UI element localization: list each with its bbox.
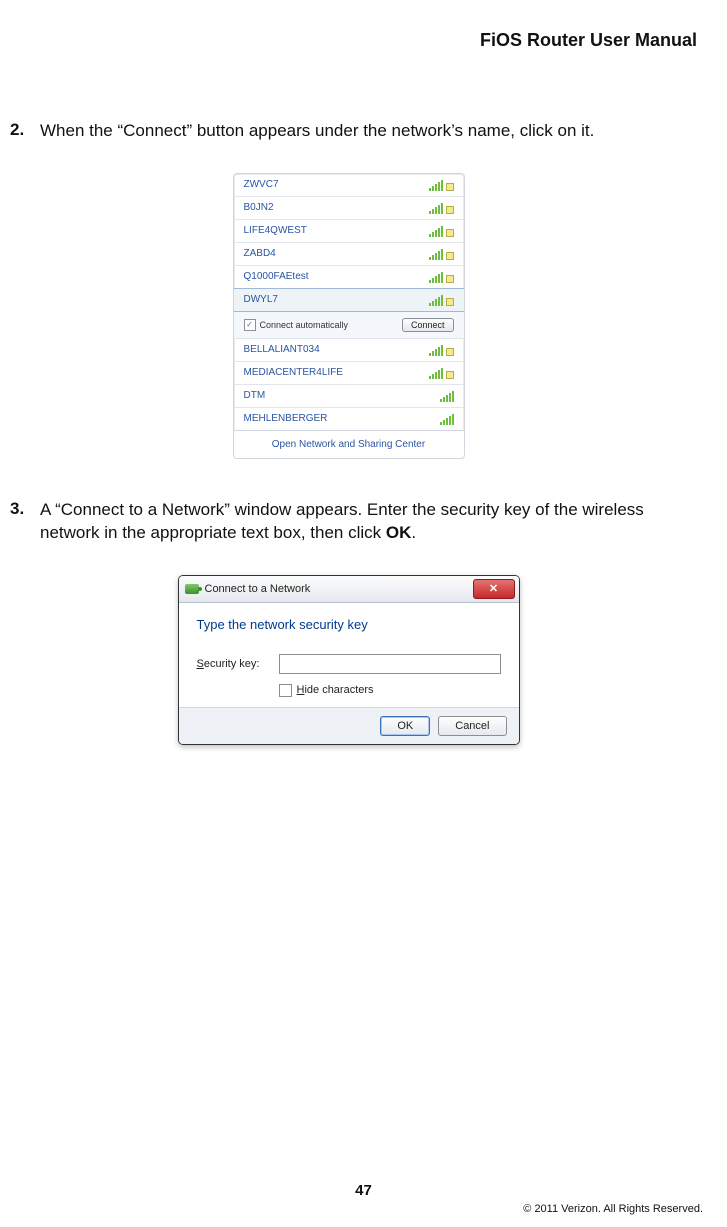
connect-button[interactable]: Connect [402,318,454,332]
signal-icon [429,294,454,306]
connect-row: ✓ Connect automatically Connect [234,312,464,338]
network-icon [185,584,199,594]
lock-icon [446,252,454,260]
network-name: LIFE4QWEST [244,225,307,236]
dialog-title-group: Connect to a Network [185,583,311,595]
connect-dialog: Connect to a Network ✕ Type the network … [178,575,520,745]
connect-auto-checkbox[interactable]: ✓ Connect automatically [244,319,349,331]
network-item[interactable]: ZWVC7 [234,174,464,196]
checkbox-label: Hide characters [297,684,374,696]
security-key-input[interactable] [279,654,501,674]
security-key-label: Security key: [197,658,269,670]
lock-icon [446,371,454,379]
step-text: When the “Connect” button appears under … [40,120,594,143]
lock-icon [446,298,454,306]
checkbox-label: Connect automatically [260,320,349,330]
signal-icon [429,344,454,356]
network-item[interactable]: DTM [234,384,464,407]
dialog-body: Type the network security key Security k… [179,603,519,707]
network-item[interactable]: ZABD4 [234,242,464,265]
dialog-heading: Type the network security key [197,617,501,632]
signal-icon [429,271,454,283]
close-button[interactable]: ✕ [473,579,515,599]
network-name: ZWVC7 [244,179,279,190]
network-item[interactable]: LIFE4QWEST [234,219,464,242]
lock-icon [446,183,454,191]
figure-connect-dialog: Connect to a Network ✕ Type the network … [10,575,687,745]
network-item[interactable]: BELLALIANT034 [234,338,464,361]
checkbox-icon: ✓ [244,319,256,331]
network-name: B0JN2 [244,202,274,213]
step-text-part2: . [411,523,416,542]
hide-characters-checkbox[interactable]: Hide characters [279,684,501,697]
network-name: Q1000FAEtest [244,271,309,282]
step-number: 2. [10,120,34,140]
step-text: A “Connect to a Network” window appears.… [40,499,687,545]
page-number: 47 [0,1182,727,1199]
network-list: ZWVC7 B0JN2 LIFE4QWEST ZABD4 [234,174,464,431]
network-item-selected[interactable]: DWYL7 [234,288,464,312]
document-page: FiOS Router User Manual 2. When the “Con… [0,0,727,1227]
header-title: FiOS Router User Manual [480,30,697,51]
network-item[interactable]: B0JN2 [234,196,464,219]
network-item[interactable]: MEHLENBERGER [234,407,464,430]
lock-icon [446,275,454,283]
step-text-part1: A “Connect to a Network” window appears.… [40,500,644,542]
signal-icon [440,390,454,402]
network-name: ZABD4 [244,248,276,259]
figure-network-flyout: ZWVC7 B0JN2 LIFE4QWEST ZABD4 [10,173,687,459]
security-key-row: Security key: [197,654,501,674]
step-3: 3. A “Connect to a Network” window appea… [10,499,687,745]
network-item[interactable]: Q1000FAEtest [234,265,464,288]
signal-icon [429,367,454,379]
lock-icon [446,348,454,356]
signal-icon [429,225,454,237]
signal-icon [429,248,454,260]
signal-icon [429,202,454,214]
step-number: 3. [10,499,34,519]
network-name: DTM [244,390,266,401]
ok-button[interactable]: OK [380,716,430,736]
network-item[interactable]: MEDIACENTER4LIFE [234,361,464,384]
signal-icon [429,179,454,191]
cancel-button[interactable]: Cancel [438,716,506,736]
network-flyout: ZWVC7 B0JN2 LIFE4QWEST ZABD4 [233,173,465,459]
open-network-center-link[interactable]: Open Network and Sharing Center [234,431,464,458]
dialog-titlebar[interactable]: Connect to a Network ✕ [179,576,519,603]
dialog-title: Connect to a Network [205,583,311,595]
step-text-bold: OK [386,523,412,542]
close-icon: ✕ [489,582,498,595]
content: 2. When the “Connect” button appears und… [0,120,697,745]
step-2: 2. When the “Connect” button appears und… [10,120,687,459]
network-name: BELLALIANT034 [244,344,320,355]
dialog-footer: OK Cancel [179,707,519,744]
lock-icon [446,206,454,214]
network-name: DWYL7 [244,294,278,305]
copyright: © 2011 Verizon. All Rights Reserved. [523,1203,703,1215]
network-name: MEHLENBERGER [244,413,328,424]
lock-icon [446,229,454,237]
checkbox-icon [279,684,292,697]
network-name: MEDIACENTER4LIFE [244,367,343,378]
signal-icon [440,413,454,425]
